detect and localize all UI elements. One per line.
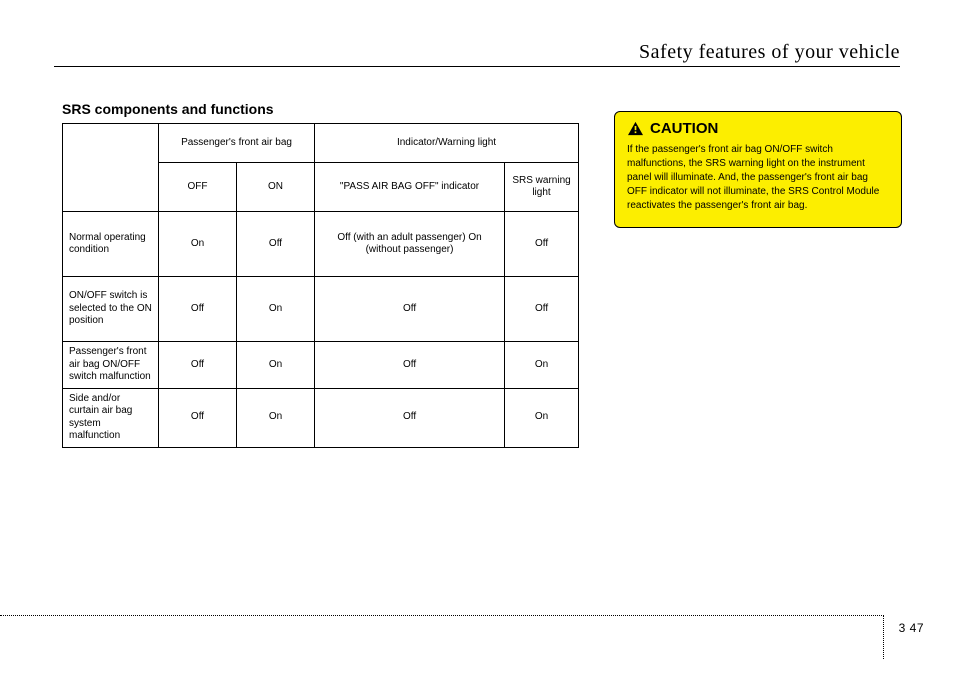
page-number: 3 47 (899, 621, 924, 635)
cell: Off (505, 277, 579, 342)
row-label: ON/OFF switch is selected to the ON posi… (63, 277, 159, 342)
cell: Off (159, 277, 237, 342)
cell: On (505, 388, 579, 447)
col-pass-indicator: "PASS AIR BAG OFF" indicator (315, 163, 505, 212)
cell: On (159, 212, 237, 277)
caution-heading: CAUTION (650, 120, 718, 137)
page-title: Safety features of your vehicle (639, 41, 900, 64)
cell: On (237, 342, 315, 389)
cell: Off (237, 212, 315, 277)
row-label: Side and/or curtain air bag system malfu… (63, 388, 159, 447)
table-row: Side and/or curtain air bag system malfu… (63, 388, 579, 447)
table-row: Passenger's front air bag ON/OFF switch … (63, 342, 579, 389)
conditions-table: Passenger's front air bag Indicator/Warn… (62, 123, 579, 448)
cell: Off (159, 342, 237, 389)
row-label: Passenger's front air bag ON/OFF switch … (63, 342, 159, 389)
col-off: OFF (159, 163, 237, 212)
cell: Off (505, 212, 579, 277)
page-footer: 3 47 (0, 615, 954, 649)
table-row: ON/OFF switch is selected to the ON posi… (63, 277, 579, 342)
caution-body: If the passenger's front air bag ON/OFF … (627, 143, 889, 213)
col-on: ON (237, 163, 315, 212)
cell: Off (315, 388, 505, 447)
col-srs-light: SRS warning light (505, 163, 579, 212)
col-group-indicator: Indicator/Warning light (315, 124, 579, 163)
cell: Off (315, 342, 505, 389)
cell: Off (159, 388, 237, 447)
cell: On (237, 277, 315, 342)
row-label: Normal operating condition (63, 212, 159, 277)
warning-triangle-icon (627, 121, 644, 136)
section-heading: SRS components and functions (62, 101, 594, 117)
cell: Off (with an adult passenger) On (withou… (315, 212, 505, 277)
table-corner (63, 124, 159, 212)
caution-box: CAUTION If the passenger's front air bag… (614, 111, 902, 228)
col-group-airbag: Passenger's front air bag (159, 124, 315, 163)
cell: On (505, 342, 579, 389)
cell: Off (315, 277, 505, 342)
cell: On (237, 388, 315, 447)
table-row: Normal operating condition On Off Off (w… (63, 212, 579, 277)
